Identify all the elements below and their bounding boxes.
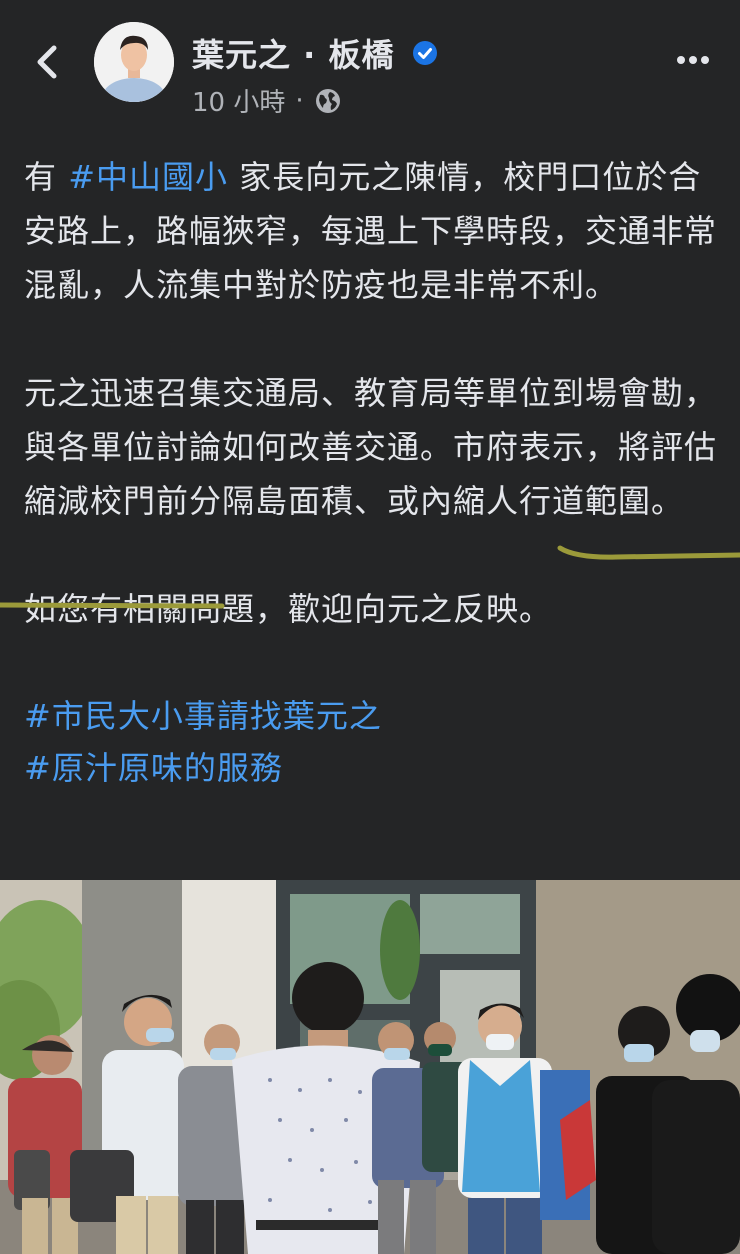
meta-separator: · bbox=[295, 85, 304, 116]
more-options-button[interactable] bbox=[676, 52, 710, 68]
more-horizontal-icon bbox=[677, 56, 709, 64]
back-button[interactable] bbox=[30, 40, 66, 84]
paragraph-text: 元之迅速召集交通局、教育局等單位到場會勘，與各單位討論如何改善交通。市府表示，將… bbox=[24, 374, 718, 520]
avatar[interactable] bbox=[94, 22, 174, 102]
chevron-left-icon bbox=[37, 45, 57, 79]
post-paragraph: 元之迅速召集交通局、教育局等單位到場會勘，與各單位討論如何改善交通。市府表示，將… bbox=[24, 366, 724, 528]
globe-icon bbox=[315, 88, 340, 113]
hashtag-link[interactable]: #原汁原味的服務 bbox=[24, 742, 724, 794]
avatar-image bbox=[94, 22, 174, 102]
verified-badge-icon bbox=[413, 41, 437, 65]
highlight-underline bbox=[557, 545, 740, 560]
hashtag-link[interactable]: #中山國小 bbox=[68, 158, 228, 196]
post-paragraph: 有 #中山國小 家長向元之陳情，校門口位於合安路上，路幅狹窄，每遇上下學時段，交… bbox=[24, 150, 724, 312]
paragraph-text: 有 bbox=[24, 158, 69, 196]
post-body: 有 #中山國小 家長向元之陳情，校門口位於合安路上，路幅狹窄，每遇上下學時段，交… bbox=[24, 150, 724, 794]
highlight-underline bbox=[0, 602, 225, 609]
post-photo[interactable] bbox=[0, 880, 740, 1254]
hashtag-link[interactable]: #市民大小事請找葉元之 bbox=[24, 690, 724, 742]
hashtag-list: #市民大小事請找葉元之 #原汁原味的服務 bbox=[24, 690, 724, 794]
post-header: 葉元之 · 板橋 10 小時 · bbox=[0, 0, 740, 120]
school-gate-meeting-photo bbox=[0, 880, 740, 1254]
author-name[interactable]: 葉元之 · 板橋 bbox=[192, 30, 394, 76]
post-time[interactable]: 10 小時 bbox=[192, 82, 285, 119]
post-meta: 10 小時 · bbox=[192, 82, 342, 119]
